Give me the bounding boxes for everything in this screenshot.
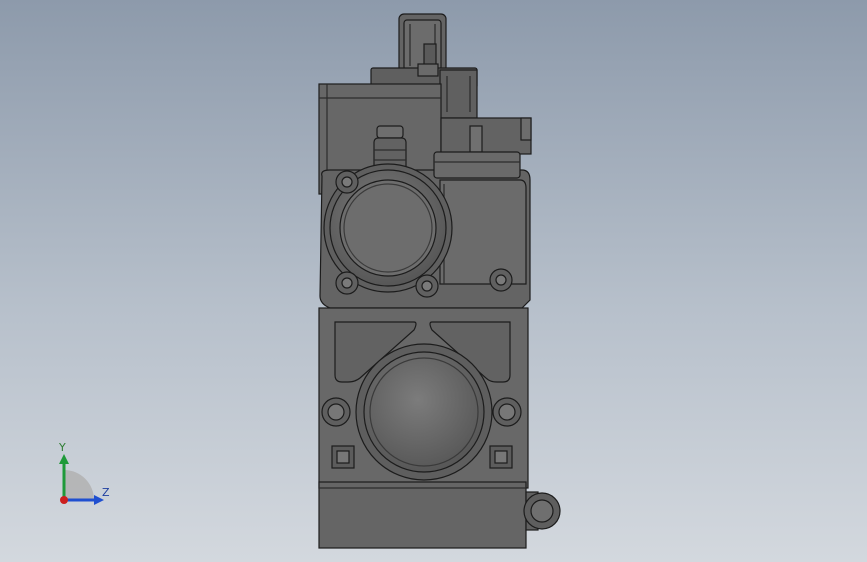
y-axis-arrow (59, 454, 69, 464)
x-axis-dot (60, 496, 68, 504)
valve-assembly[interactable] (318, 13, 561, 549)
triad-quadrant (64, 470, 94, 500)
side-connector (523, 491, 561, 531)
triad-z-label: Z (102, 486, 110, 499)
pressure-fitting (373, 125, 407, 171)
model-view[interactable] (0, 0, 867, 562)
base-plate (318, 481, 527, 549)
coordinate-triad: Y Z (48, 440, 118, 510)
lower-body (318, 307, 529, 489)
graphics-viewport[interactable]: Y Z (0, 0, 867, 562)
triad-y-label: Y (59, 441, 66, 454)
